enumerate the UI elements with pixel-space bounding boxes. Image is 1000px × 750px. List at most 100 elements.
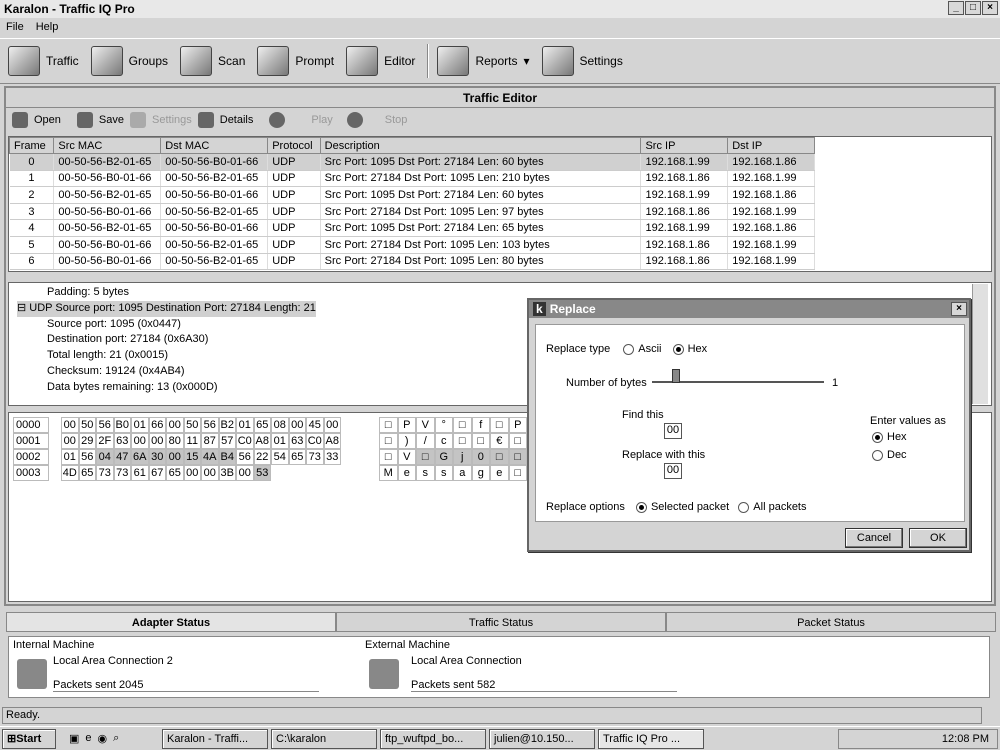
start-button[interactable]: ⊞Start [2,728,56,749]
cancel-button[interactable]: Cancel [845,528,903,548]
scan-button[interactable]: Scan [180,46,245,76]
ascii-char[interactable]: € [490,433,509,449]
ok-button[interactable]: OK [909,528,967,548]
hex-byte[interactable]: 00 [183,465,201,481]
hex-byte[interactable]: A8 [253,433,271,449]
ascii-char[interactable]: □ [379,449,398,465]
close-button[interactable]: × [982,1,998,15]
hex-byte[interactable]: 53 [253,465,271,481]
hex-byte[interactable]: 11 [183,433,201,449]
all-packets-radio[interactable]: All packets [738,501,807,513]
hex-byte[interactable]: 04 [96,449,114,465]
hex-byte[interactable]: 15 [183,449,201,465]
ascii-char[interactable]: □ [379,433,398,449]
ie-icon[interactable]: e [85,732,91,745]
hex-byte[interactable]: A8 [323,433,341,449]
ascii-char[interactable]: □ [471,433,490,449]
hex-byte[interactable]: B4 [218,449,236,465]
table-row[interactable]: 1 00-50-56-B0-01-66 00-50-56-B2-01-65 UDP Sr… [9,170,815,188]
ascii-char[interactable]: M [379,465,398,481]
hex-byte[interactable]: 00 [323,417,341,433]
ascii-char[interactable]: g [471,465,490,481]
hex-byte[interactable]: 56 [236,449,254,465]
hex-byte[interactable]: C0 [306,433,324,449]
enter-dec-radio[interactable]: Dec [872,449,907,461]
ascii-char[interactable]: / [416,433,435,449]
ascii-char[interactable]: P [508,417,527,433]
editor-button[interactable]: Editor [346,46,415,76]
ascii-char[interactable]: G [434,449,453,465]
hex-byte[interactable]: 73 [306,449,324,465]
table-row[interactable]: 6 00-50-56-B0-01-66 00-50-56-B2-01-65 UDP Sr… [9,253,815,271]
hex-byte[interactable]: 65 [78,465,96,481]
hex-byte[interactable]: 50 [78,417,96,433]
minimize-button[interactable]: _ [948,1,964,15]
hex-byte[interactable]: 61 [131,465,149,481]
menu-help[interactable]: Help [36,21,59,33]
table-row[interactable]: 5 00-50-56-B0-01-66 00-50-56-B2-01-65 UDP Sr… [9,236,815,254]
taskbar-item[interactable]: julien@10.150... [489,728,595,749]
find-input[interactable]: 00 [664,423,682,439]
groups-button[interactable]: Groups [90,46,168,76]
hex-byte[interactable]: 73 [96,465,114,481]
hex-byte[interactable]: 54 [271,449,289,465]
hex-byte[interactable]: 00 [166,417,184,433]
hex-byte[interactable]: 00 [61,433,79,449]
ascii-char[interactable]: □ [508,433,527,449]
hex-byte[interactable]: 4A [201,449,219,465]
hex-byte[interactable]: 29 [78,433,96,449]
hex-byte[interactable]: 00 [236,465,254,481]
ascii-char[interactable]: □ [508,465,527,481]
hex-byte[interactable]: 56 [78,449,96,465]
hex-byte[interactable]: 87 [201,433,219,449]
ascii-char[interactable]: c [434,433,453,449]
ascii-char[interactable]: □ [490,449,509,465]
hex-byte[interactable]: 63 [288,433,306,449]
save-button[interactable]: Save [99,114,124,126]
hex-byte[interactable]: 63 [113,433,131,449]
prompt-button[interactable]: Prompt [257,46,334,76]
hex-byte[interactable]: 00 [148,433,166,449]
table-row[interactable]: 3 00-50-56-B0-01-66 00-50-56-B2-01-65 UDP Sr… [9,203,815,221]
column-header[interactable]: Dst MAC [160,137,269,154]
ascii-char[interactable]: ° [434,417,453,433]
column-header[interactable]: Dst IP [727,137,815,154]
hex-byte[interactable]: 00 [61,417,79,433]
ascii-char[interactable]: ) [397,433,416,449]
hex-byte[interactable]: 4D [61,465,79,481]
hex-byte[interactable]: 00 [131,433,149,449]
tab-traffic-status[interactable]: Traffic Status [336,612,666,632]
ascii-char[interactable]: a [453,465,472,481]
menu-file[interactable]: File [6,21,24,33]
open-button[interactable]: Open [34,114,61,126]
play-button[interactable]: Play [311,114,332,126]
desktop-icon[interactable]: ▣ [69,732,79,745]
hex-byte[interactable]: 08 [271,417,289,433]
media-icon[interactable]: ◉ [98,732,108,745]
hex-byte[interactable]: 6A [131,449,149,465]
hex-byte[interactable]: 2F [96,433,114,449]
selected-packet-radio[interactable]: Selected packet [635,501,729,513]
hex-byte[interactable]: 66 [148,417,166,433]
hex-byte[interactable]: 50 [183,417,201,433]
stop-button[interactable]: Stop [385,114,408,126]
column-header[interactable]: Src IP [640,137,729,154]
ascii-char[interactable]: □ [416,449,435,465]
hex-byte[interactable]: 00 [166,449,184,465]
hex-byte[interactable]: 22 [253,449,271,465]
tree-scrollbar[interactable] [972,284,988,404]
taskbar-item[interactable]: ftp_wuftpd_bo... [380,728,486,749]
maximize-button[interactable]: □ [965,1,981,15]
hex-byte[interactable]: B2 [218,417,236,433]
ascii-char[interactable]: 0 [471,449,490,465]
ascii-char[interactable]: s [434,465,453,481]
hex-byte[interactable]: 00 [201,465,219,481]
hex-byte[interactable]: 65 [253,417,271,433]
column-header[interactable]: Description [319,137,642,154]
ascii-char[interactable]: f [471,417,490,433]
ascii-char[interactable]: □ [379,417,398,433]
table-row[interactable]: 2 00-50-56-B2-01-65 00-50-56-B0-01-66 UDP Sr… [9,186,815,204]
taskbar-item[interactable]: C:\karalon [271,728,377,749]
tab-adapter-status[interactable]: Adapter Status [6,612,336,632]
hex-byte[interactable]: 47 [113,449,131,465]
